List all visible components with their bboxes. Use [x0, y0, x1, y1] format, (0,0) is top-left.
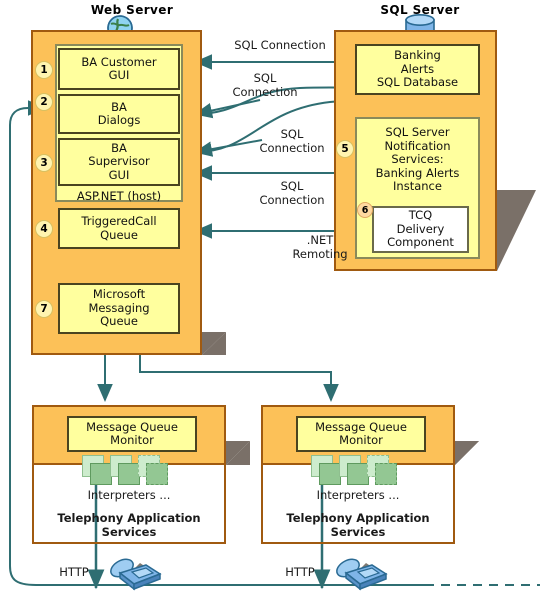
- interpreters-label-1: Interpreters ...: [87, 488, 171, 502]
- line-1: Telephony Application: [57, 511, 201, 525]
- interpreter-square-front-2: [118, 463, 140, 485]
- telephony-title-1: Telephony Application Services: [36, 511, 222, 539]
- http-label-2: HTTP: [285, 565, 315, 579]
- interpreter-square-front-5: [347, 463, 369, 485]
- telephone-icon: [332, 549, 390, 595]
- interpreter-square-front-6: [375, 463, 397, 485]
- interpreter-square-front-1: [90, 463, 112, 485]
- interpreters-label-2: Interpreters ...: [316, 488, 400, 502]
- line-1: Telephony Application: [286, 511, 430, 525]
- http-label-1: HTTP: [59, 565, 89, 579]
- telephone-icon: [106, 549, 164, 595]
- interpreter-square-front-3: [146, 463, 168, 485]
- line-2: Services: [330, 524, 386, 539]
- telephony-title-2: Telephony Application Services: [265, 511, 451, 539]
- interpreter-square-front-4: [319, 463, 341, 485]
- line-2: Services: [101, 524, 157, 539]
